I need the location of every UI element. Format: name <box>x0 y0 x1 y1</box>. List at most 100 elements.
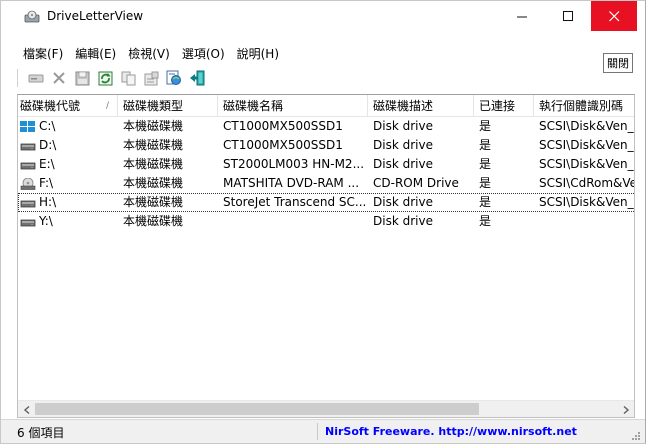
cell-drive-letter: H:\ <box>18 193 118 212</box>
scroll-left-button[interactable] <box>18 401 35 417</box>
exit-button[interactable] <box>187 68 207 88</box>
hard-drive-icon <box>20 140 39 152</box>
cell-connected: 是 <box>479 176 492 190</box>
cell-drive-type: 本機磁碟機 <box>123 119 184 133</box>
refresh-button[interactable] <box>95 68 115 88</box>
cell-drive-letter: F:\ <box>18 174 118 193</box>
app-window: DriveLetterView 關閉 檔案(F) 編輯(E) 檢視(V) 選項(… <box>0 0 646 444</box>
size-grip-icon[interactable] <box>631 431 641 441</box>
table-row[interactable]: F:\ 本機磁碟機 MATSHITA DVD-RAM ... CD-ROM Drive… <box>18 174 634 193</box>
drive-list[interactable]: 磁碟機代號 / 磁碟機類型 磁碟機名稱 磁碟機描述 已連接 執行個體識別碼 C:\… <box>17 94 635 418</box>
cell-connected: 是 <box>479 214 492 228</box>
horizontal-scrollbar[interactable] <box>18 400 634 417</box>
cell-instance-id: SCSI\Disk&Ven_&Prod_ST2 <box>539 157 634 171</box>
table-row[interactable]: H:\ 本機磁碟機 StoreJet Transcend SC... Disk dri… <box>18 193 634 212</box>
cell-instance-id <box>534 212 634 231</box>
column-header-drive-letter[interactable]: 磁碟機代號 / <box>18 95 118 117</box>
minimize-icon <box>516 16 527 17</box>
delete-button[interactable] <box>49 68 69 88</box>
cell-drive-name: MATSHITA DVD-RAM ... <box>223 176 360 190</box>
drive-letter: F:\ <box>39 176 54 190</box>
html-report-icon <box>166 70 181 85</box>
cell-drive-letter: C:\ <box>18 117 118 136</box>
cell-connected: 是 <box>479 195 492 209</box>
cell-drive-desc: Disk drive <box>373 214 433 228</box>
table-row[interactable]: D:\ 本機磁碟機 CT1000MX500SSD1 Disk drive 是 SCSI\D… <box>18 136 634 155</box>
save-button[interactable] <box>72 68 92 88</box>
column-header-drive-desc[interactable]: 磁碟機描述 <box>368 95 474 117</box>
toolbar-grip[interactable] <box>17 69 20 87</box>
status-divider <box>317 423 318 440</box>
title-bar[interactable]: DriveLetterView <box>1 1 645 31</box>
drive-letter: E:\ <box>39 157 55 171</box>
scroll-thumb[interactable] <box>35 403 479 415</box>
cell-drive-letter: Y:\ <box>18 212 118 231</box>
cell-instance-id: SCSI\Disk&Ven_&Prod_CT1 <box>539 138 634 152</box>
status-bar: 6 個項目 NirSoft Freeware. http://www.nirso… <box>1 419 645 443</box>
menu-file[interactable]: 檔案(F) <box>17 45 69 63</box>
cell-drive-type: 本機磁碟機 <box>123 214 184 228</box>
cell-drive-type: 本機磁碟機 <box>123 138 184 152</box>
exit-icon <box>190 70 205 86</box>
close-button[interactable] <box>591 1 637 31</box>
column-header-connected[interactable]: 已連接 <box>474 95 534 117</box>
cell-drive-name: CT1000MX500SSD1 <box>223 138 343 152</box>
cell-drive-desc: Disk drive <box>373 119 433 133</box>
hard-drive-icon <box>20 197 39 209</box>
table-row[interactable]: E:\ 本機磁碟機 ST2000LM003 HN-M2... Disk drive 是 S… <box>18 155 634 174</box>
maximize-button[interactable] <box>545 1 591 31</box>
cell-connected: 是 <box>479 119 492 133</box>
properties-icon <box>144 71 158 85</box>
cell-drive-type: 本機磁碟機 <box>123 195 184 209</box>
save-icon <box>75 71 89 85</box>
close-icon <box>608 10 619 21</box>
cell-drive-desc: Disk drive <box>373 195 433 209</box>
column-header-drive-name[interactable]: 磁碟機名稱 <box>218 95 368 117</box>
copy-button[interactable] <box>118 68 138 88</box>
table-row[interactable]: Y:\ 本機磁碟機 Disk drive 是 <box>18 212 634 231</box>
properties-button[interactable] <box>141 68 161 88</box>
sort-up-icon: / <box>105 101 109 111</box>
cell-instance-id: SCSI\Disk&Ven_StoreJet <box>539 195 634 209</box>
cell-drive-letter: D:\ <box>18 136 118 155</box>
item-count: 6 個項目 <box>17 426 65 440</box>
menu-help[interactable]: 說明(H) <box>231 45 285 63</box>
column-header-instance-id[interactable]: 執行個體識別碼 <box>534 95 634 117</box>
cell-drive-name: ST2000LM003 HN-M2... <box>223 157 365 171</box>
window-title: DriveLetterView <box>47 9 144 23</box>
menu-edit[interactable]: 編輯(E) <box>69 45 122 63</box>
column-header-drive-type[interactable]: 磁碟機類型 <box>118 95 218 117</box>
cell-drive-name: StoreJet Transcend SC... <box>223 195 367 209</box>
chevron-left-icon <box>23 405 29 414</box>
drive-letter: Y:\ <box>39 214 53 228</box>
menu-options[interactable]: 選項(O) <box>176 45 231 63</box>
drive-letter: C:\ <box>39 119 56 133</box>
cell-drive-name <box>218 212 368 231</box>
hard-drive-icon <box>20 216 39 228</box>
cell-drive-desc: CD-ROM Drive <box>373 176 459 190</box>
copy-icon <box>121 71 135 85</box>
drive-letter: D:\ <box>39 138 57 152</box>
cell-drive-desc: Disk drive <box>373 138 433 152</box>
cell-instance-id: SCSI\Disk&Ven_&Prod_CT1 <box>539 119 634 133</box>
drive-letter: H:\ <box>39 195 57 209</box>
minimize-button[interactable] <box>499 1 545 31</box>
scroll-right-button[interactable] <box>617 401 634 417</box>
delete-icon <box>53 72 65 84</box>
cdrom-drive-icon <box>20 177 39 190</box>
drive-remove-button[interactable] <box>26 68 46 88</box>
cell-drive-name: CT1000MX500SSD1 <box>223 119 343 133</box>
nirsoft-link[interactable]: NirSoft Freeware. http://www.nirsoft.net <box>325 425 577 438</box>
windows-drive-icon <box>20 120 39 133</box>
cell-drive-letter: E:\ <box>18 155 118 174</box>
menu-view[interactable]: 檢視(V) <box>122 45 176 63</box>
toolbar <box>17 67 617 89</box>
cell-drive-desc: Disk drive <box>373 157 433 171</box>
maximize-icon <box>562 10 573 21</box>
table-row[interactable]: C:\ 本機磁碟機 CT1000MX500SSD1 Disk drive 是 SCSI\D… <box>18 117 634 136</box>
app-drive-icon <box>24 10 40 23</box>
cell-connected: 是 <box>479 157 492 171</box>
cell-drive-type: 本機磁碟機 <box>123 157 184 171</box>
close-tooltip: 關閉 <box>603 53 633 73</box>
html-report-button[interactable] <box>164 68 184 88</box>
